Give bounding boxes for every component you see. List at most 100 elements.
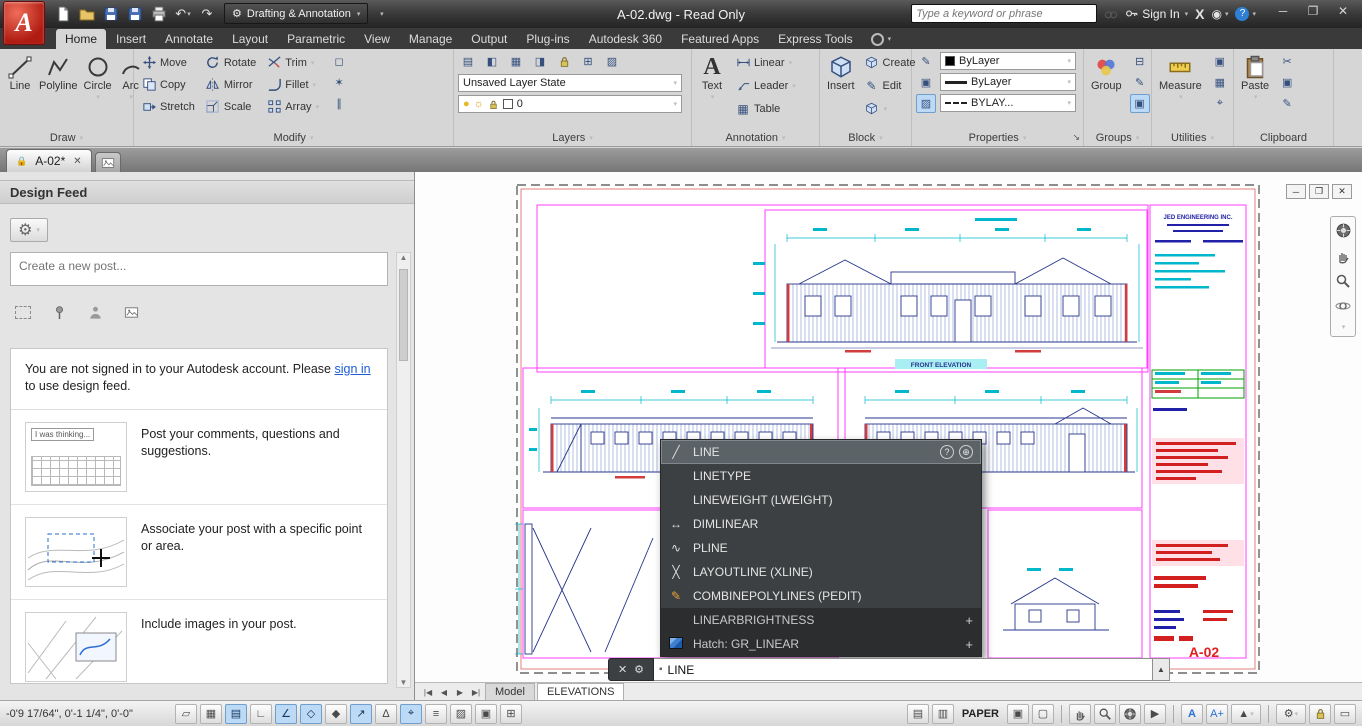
communication-center-button[interactable]: ◉▾ <box>1211 7 1228 21</box>
wrench-icon[interactable]: ⚙ <box>634 663 644 676</box>
command-input[interactable] <box>668 663 1147 677</box>
sign-in-link[interactable]: sign in <box>334 362 370 376</box>
tab-plugins[interactable]: Plug-ins <box>517 29 578 49</box>
array-button[interactable]: Array▾ <box>263 96 322 117</box>
transparency-toggle[interactable]: ▨ <box>450 704 472 724</box>
dialog-launcher-icon[interactable]: ↘ <box>1072 132 1080 143</box>
grid-display-toggle[interactable]: ▤ <box>225 704 247 724</box>
open-button[interactable] <box>76 3 98 24</box>
doc-restore-button[interactable]: ❐ <box>1309 184 1329 199</box>
ungroup-button[interactable]: ⊟ <box>1130 52 1150 71</box>
polar-tracking-toggle[interactable]: ∠ <box>275 704 297 724</box>
suggestion-lineweight[interactable]: LINEWEIGHT (LWEIGHT) <box>661 488 981 512</box>
tab-featured-apps[interactable]: Featured Apps <box>672 29 768 49</box>
cut-button[interactable]: ✂ <box>1277 52 1297 71</box>
new-post-box[interactable] <box>10 252 388 286</box>
suggestion-layoutline[interactable]: ╳ LAYOUTLINE (XLINE) <box>661 560 981 584</box>
help-button[interactable]: ?▾ <box>1235 7 1256 21</box>
expand-plus-icon[interactable]: + <box>965 613 973 628</box>
tab-elevations[interactable]: ELEVATIONS <box>537 683 624 700</box>
qat-menu-button[interactable]: ▾ <box>370 3 392 24</box>
scroll-down-icon[interactable]: ▼ <box>400 678 408 687</box>
command-history-button[interactable]: ▲ <box>1153 658 1170 681</box>
scrollbar-thumb[interactable] <box>399 269 408 361</box>
object-snap-tracking-toggle[interactable]: ↗ <box>350 704 372 724</box>
application-menu-button[interactable]: A <box>3 1 45 45</box>
layer-match-button[interactable]: ⊞ <box>578 52 598 71</box>
mirror-button[interactable]: Mirror <box>202 74 259 95</box>
space-indicator[interactable]: PAPER <box>962 708 999 720</box>
next-layout-icon[interactable]: ▶ <box>453 684 467 700</box>
palette-header[interactable]: Design Feed <box>0 180 414 204</box>
ortho-mode-toggle[interactable]: ∟ <box>250 704 272 724</box>
layer-lock-button[interactable] <box>554 52 574 71</box>
search-input[interactable] <box>916 8 1092 20</box>
copy-clip-button[interactable]: ▣ <box>1277 73 1297 92</box>
insert-block-button[interactable]: Insert <box>824 52 858 94</box>
file-tab-close-icon[interactable]: ✕ <box>73 156 81 167</box>
copy-button[interactable]: Copy <box>138 74 198 95</box>
selection-cycling-toggle[interactable]: ⊞ <box>500 704 522 724</box>
quick-view-layouts-button[interactable]: ▣ <box>1007 704 1029 724</box>
id-point-button[interactable]: ⌖ <box>1210 94 1230 113</box>
suggestion-combinepolylines[interactable]: ✎ COMBINEPOLYLINES (PEDIT) <box>661 584 981 608</box>
rotate-button[interactable]: Rotate <box>202 52 259 73</box>
lineweight-dropdown[interactable]: ByLayer ▾ <box>940 73 1076 91</box>
layer-off-button[interactable]: ◧ <box>482 52 502 71</box>
last-layout-icon[interactable]: ▶| <box>469 684 483 700</box>
leader-button[interactable]: Leader▾ <box>732 75 799 96</box>
new-button[interactable] <box>52 3 74 24</box>
expand-plus-icon[interactable]: + <box>965 637 973 652</box>
offset-button[interactable]: ∥ <box>329 94 349 113</box>
workspace-dropdown[interactable]: ⚙ Drafting & Annotation ▾ <box>224 3 368 24</box>
panel-label-properties[interactable]: Properties ▾ ↘ <box>912 130 1083 145</box>
prev-layout-icon[interactable]: ◀ <box>437 684 451 700</box>
suggestion-pline[interactable]: ∿ PLINE <box>661 536 981 560</box>
measure-button[interactable]: Measure ▾ <box>1156 52 1205 103</box>
erase-button[interactable]: ◻ <box>329 52 349 71</box>
panel-label-draw[interactable]: Draw ▾ <box>0 130 133 145</box>
redo-button[interactable]: ↷ <box>196 3 218 24</box>
panel-label-annotation[interactable]: Annotation ▾ <box>692 130 819 145</box>
orbit-icon[interactable] <box>1335 298 1351 314</box>
dynamic-ucs-toggle[interactable]: ∆ <box>375 704 397 724</box>
line-button[interactable]: Line <box>4 52 36 94</box>
tag-person-button[interactable] <box>82 300 108 324</box>
quick-select-button[interactable]: ▣ <box>1210 52 1230 71</box>
explode-button[interactable]: ✶ <box>329 73 349 92</box>
polyline-button[interactable]: Polyline <box>36 52 81 94</box>
new-drawing-tab[interactable] <box>95 152 121 172</box>
layer-properties-button[interactable]: ▤ <box>458 52 478 71</box>
tab-parametric[interactable]: Parametric <box>278 29 354 49</box>
file-tab-a02[interactable]: 🔒 A-02* ✕ <box>6 149 92 172</box>
object-color-dropdown[interactable]: ByLayer ▾ <box>940 52 1076 70</box>
exchange-apps-button[interactable]: X <box>1195 6 1204 22</box>
tab-view[interactable]: View <box>355 29 399 49</box>
doc-close-button[interactable]: ✕ <box>1332 184 1352 199</box>
steering-wheel-button[interactable] <box>1119 704 1141 724</box>
save-as-button[interactable] <box>124 3 146 24</box>
snap-mode-toggle[interactable]: ▦ <box>200 704 222 724</box>
tab-model[interactable]: Model <box>485 683 535 700</box>
search-button[interactable] <box>1104 7 1118 21</box>
plot-button[interactable] <box>148 3 170 24</box>
suggestion-dimlinear[interactable]: ↔ DIMLINEAR <box>661 512 981 536</box>
panel-label-clipboard[interactable]: Clipboard <box>1234 130 1333 145</box>
infocenter-search[interactable] <box>911 4 1097 23</box>
tab-annotate[interactable]: Annotate <box>156 29 222 49</box>
panel-label-groups[interactable]: Groups ▾ <box>1084 130 1151 145</box>
suggestion-linearbrightness[interactable]: LINEARBRIGHTNESS + <box>661 608 981 632</box>
transparency-button[interactable]: ▨ <box>916 94 936 113</box>
tab-manage[interactable]: Manage <box>400 29 461 49</box>
move-button[interactable]: Move <box>138 52 198 73</box>
scale-button[interactable]: Scale <box>202 96 259 117</box>
dimension-linear-button[interactable]: Linear▾ <box>732 52 799 73</box>
layer-freeze-button[interactable]: ◨ <box>530 52 550 71</box>
paste-button[interactable]: Paste ▾ <box>1238 52 1272 103</box>
save-button[interactable] <box>100 3 122 24</box>
edit-block-button[interactable]: ✎Edit <box>861 75 919 96</box>
fillet-button[interactable]: Fillet▾ <box>263 74 322 95</box>
object-snap-toggle[interactable]: ◇ <box>300 704 322 724</box>
trim-button[interactable]: Trim▾ <box>263 52 322 73</box>
annotation-visibility-button[interactable]: A <box>1181 704 1203 724</box>
